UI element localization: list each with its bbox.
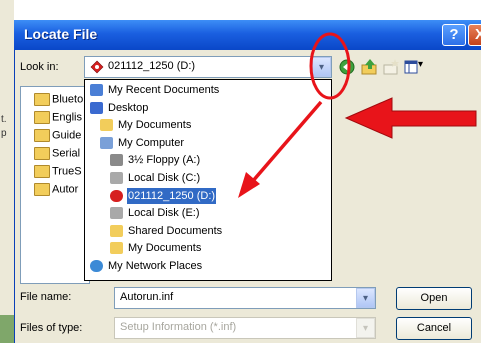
pointer-arrow-diagonal: [250, 100, 323, 184]
annotation-overlay: [238, 32, 477, 198]
highlight-circle: [309, 32, 351, 100]
pointer-arrow-horizontal: [344, 97, 477, 139]
